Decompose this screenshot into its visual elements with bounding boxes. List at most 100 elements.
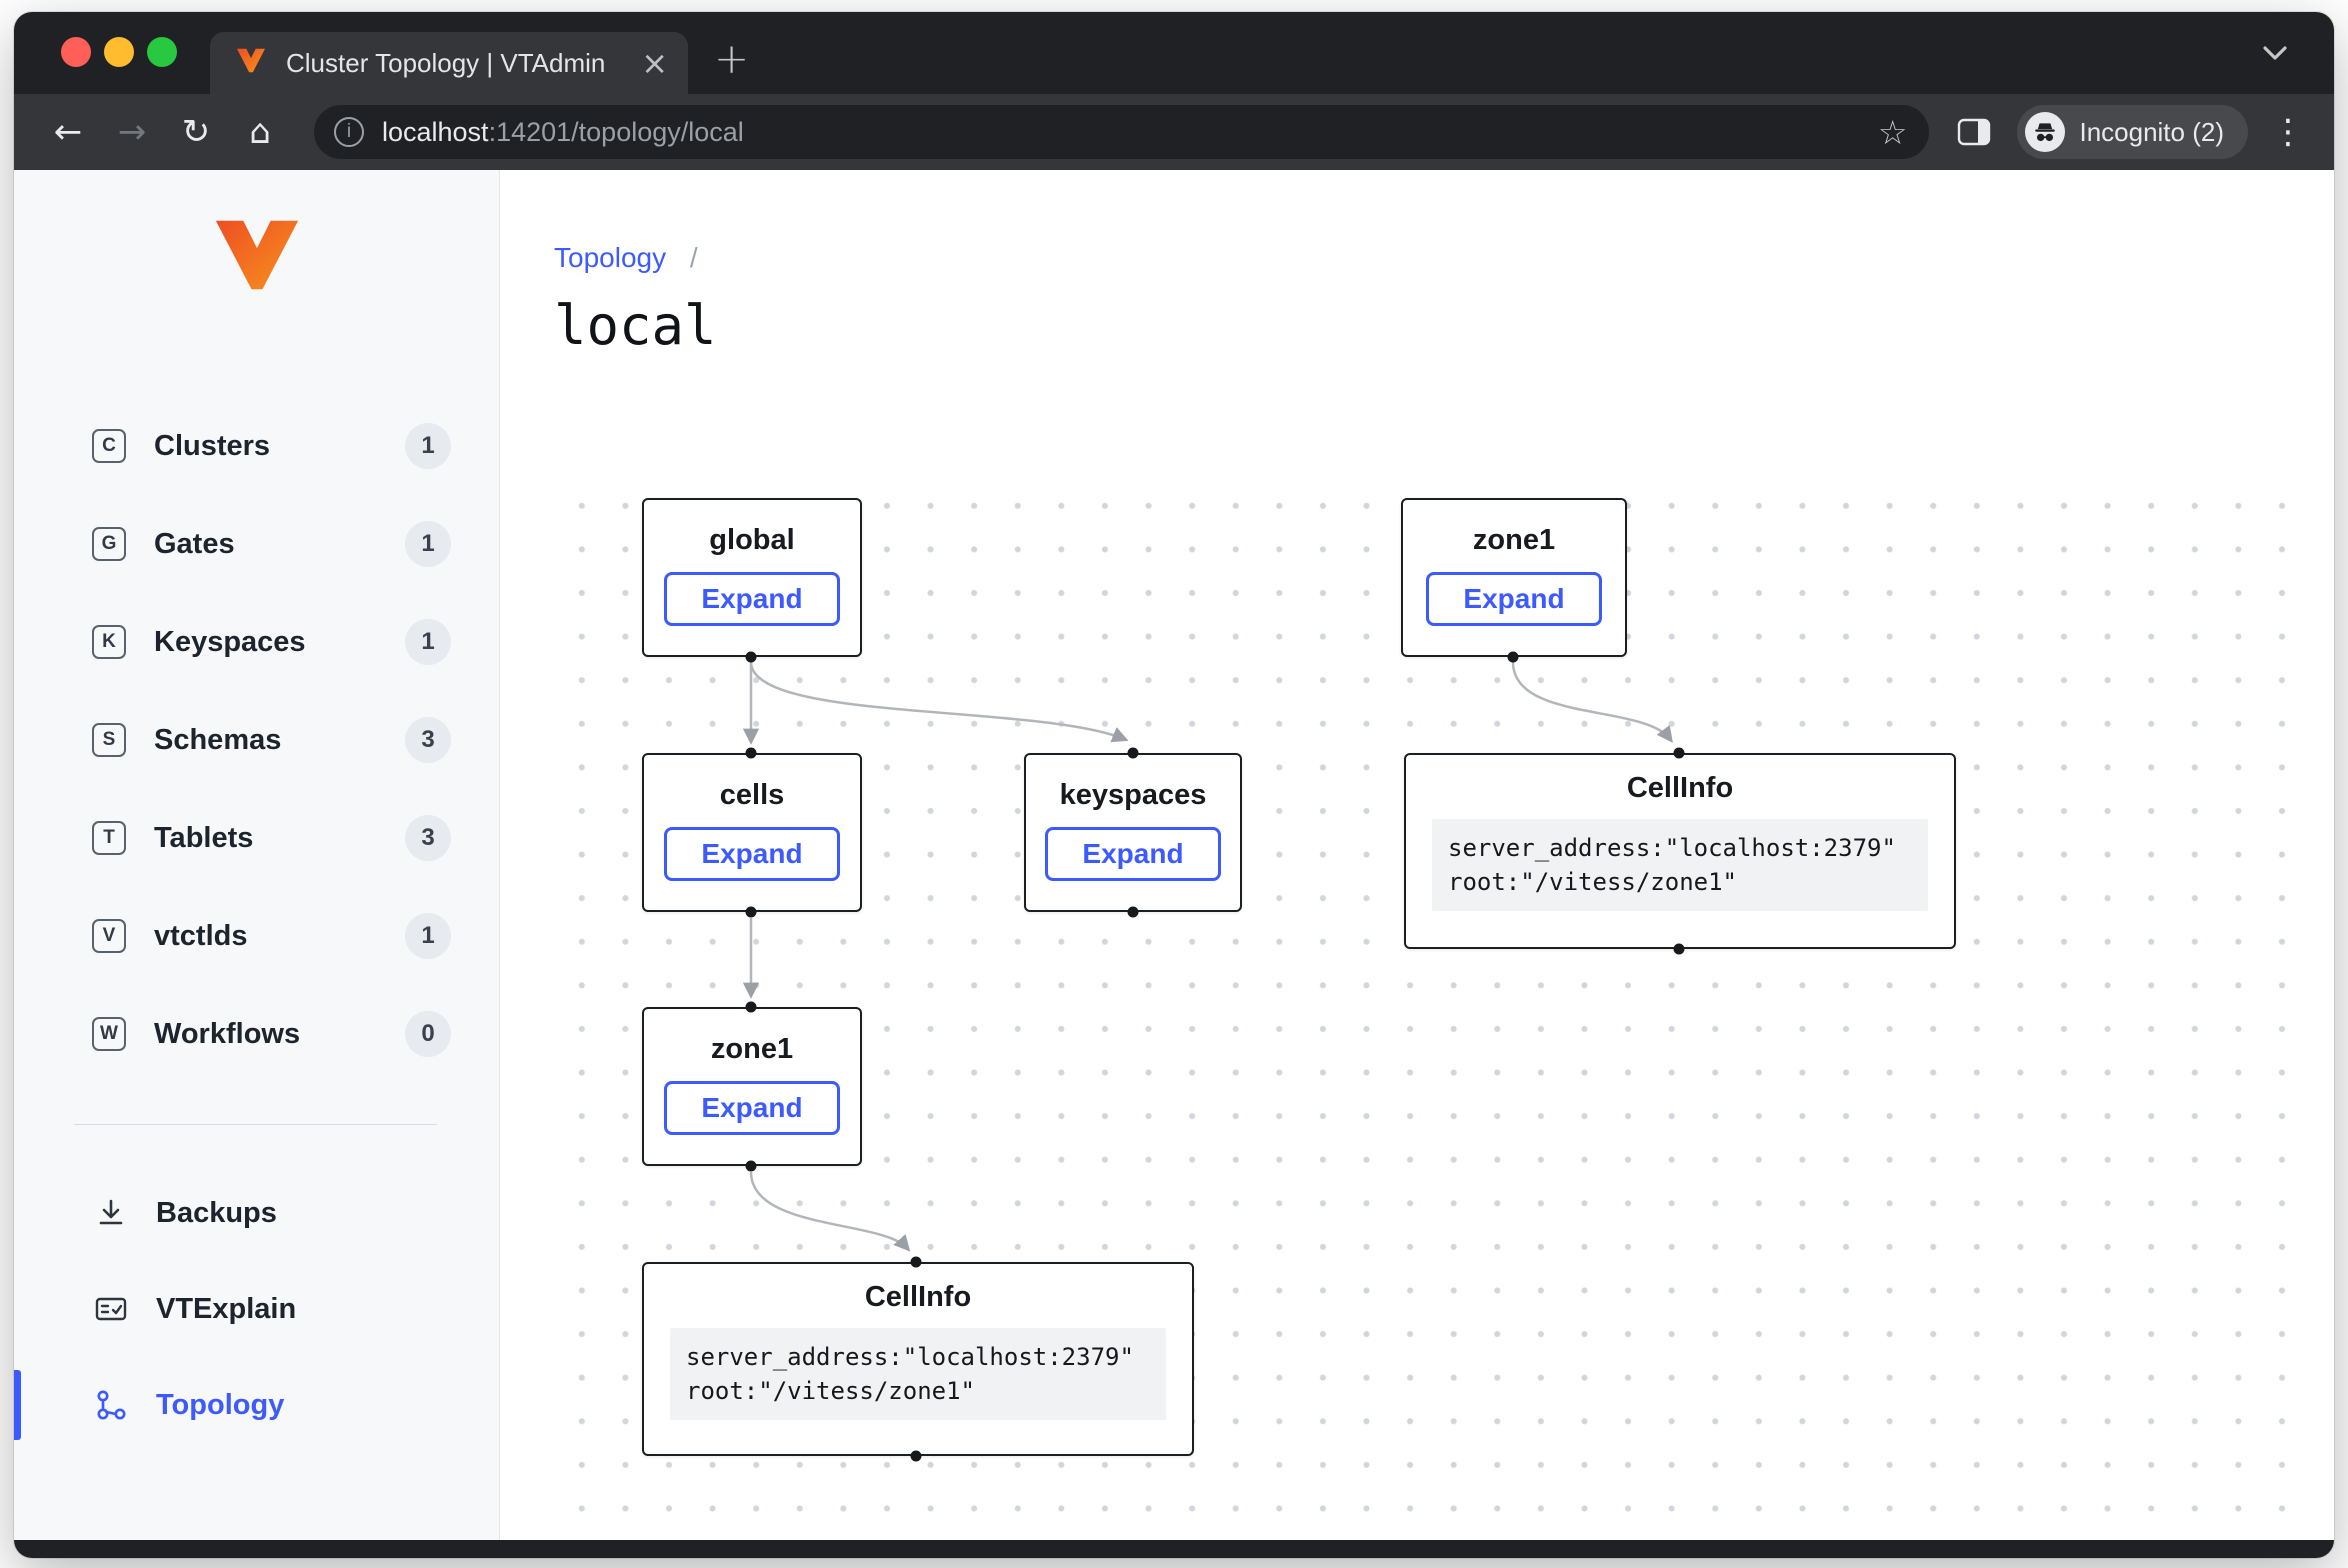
sidebar-item-clusters[interactable]: C Clusters 1 (14, 397, 499, 495)
code-line: server_address:"localhost:2379" (686, 1340, 1150, 1374)
bookmark-star-icon[interactable]: ☆ (1878, 116, 1908, 149)
node-title: CellInfo (1406, 772, 1954, 805)
sidebar: C Clusters 1 G Gates 1 K Keyspaces 1 S S… (14, 170, 500, 1540)
expand-button-cells[interactable]: Expand (664, 827, 839, 881)
count-badge: 3 (405, 717, 451, 763)
node-cellinfo-bottom: CellInfo server_address:"localhost:2379"… (642, 1262, 1194, 1456)
sidebar-item-label: vtctlds (154, 920, 247, 953)
page-title: local (554, 294, 717, 357)
vitess-favicon-icon (236, 47, 266, 79)
sidebar-item-label: Clusters (154, 430, 270, 463)
gates-letter-icon: G (92, 527, 126, 561)
expand-button-keyspaces[interactable]: Expand (1045, 827, 1220, 881)
count-badge: 0 (405, 1011, 451, 1057)
node-title: cells (644, 779, 860, 812)
expand-button-zone1-lower[interactable]: Expand (664, 1081, 839, 1135)
close-window-button[interactable] (61, 37, 91, 67)
reload-button[interactable]: ↻ (164, 115, 228, 149)
node-cells: cells Expand (642, 753, 862, 912)
breadcrumb-separator: / (690, 242, 698, 273)
sidebar-item-workflows[interactable]: W Workflows 0 (14, 985, 499, 1083)
minimize-window-button[interactable] (104, 37, 134, 67)
side-panel-icon[interactable] (1957, 118, 1991, 146)
vtexplain-icon (92, 1293, 130, 1325)
sidebar-item-label: Topology (156, 1389, 284, 1422)
tab-strip: Cluster Topology | VTAdmin × + (14, 12, 2334, 94)
address-bar[interactable]: i localhost:14201/topology/local ☆ (314, 105, 1929, 159)
cellinfo-code: server_address:"localhost:2379" root:"/v… (1432, 819, 1928, 911)
count-badge: 1 (405, 423, 451, 469)
sidebar-divider (74, 1124, 437, 1125)
site-info-icon[interactable]: i (334, 117, 364, 147)
sidebar-nav: C Clusters 1 G Gates 1 K Keyspaces 1 S S… (14, 397, 499, 1083)
url-text: localhost:14201/topology/local (382, 117, 1860, 148)
schemas-letter-icon: S (92, 723, 126, 757)
count-badge: 3 (405, 815, 451, 861)
tablets-letter-icon: T (92, 821, 126, 855)
tab-search-chevron-icon[interactable] (2260, 44, 2290, 69)
sidebar-item-gates[interactable]: G Gates 1 (14, 495, 499, 593)
fullscreen-window-button[interactable] (147, 37, 177, 67)
incognito-badge: Incognito (2) (2017, 105, 2248, 159)
code-line: root:"/vitess/zone1" (686, 1374, 1150, 1408)
window-bottom-edge (14, 1540, 2334, 1558)
node-title: global (644, 524, 860, 557)
incognito-icon (2025, 112, 2065, 152)
sidebar-item-vtexplain[interactable]: VTExplain (14, 1261, 499, 1357)
node-title: zone1 (1403, 524, 1625, 557)
back-button[interactable]: ← (36, 115, 100, 149)
sidebar-item-schemas[interactable]: S Schemas 3 (14, 691, 499, 789)
sidebar-secondary-nav: Backups VTExplain (14, 1165, 499, 1453)
expand-button-zone1-top[interactable]: Expand (1426, 572, 1601, 626)
cellinfo-code: server_address:"localhost:2379" root:"/v… (670, 1328, 1166, 1420)
sidebar-item-label: Gates (154, 528, 235, 561)
page-content: C Clusters 1 G Gates 1 K Keyspaces 1 S S… (14, 170, 2334, 1540)
sidebar-item-topology[interactable]: Topology (14, 1357, 499, 1453)
sidebar-item-label: Keyspaces (154, 626, 306, 659)
node-title: CellInfo (644, 1281, 1192, 1314)
node-keyspaces: keyspaces Expand (1024, 753, 1242, 912)
browser-tab-active[interactable]: Cluster Topology | VTAdmin × (210, 32, 688, 94)
sidebar-item-label: Schemas (154, 724, 281, 757)
sidebar-item-vtctlds[interactable]: V vtctlds 1 (14, 887, 499, 985)
tab-close-icon[interactable]: × (641, 47, 668, 79)
topology-icon (92, 1389, 130, 1421)
node-zone1-lower: zone1 Expand (642, 1007, 862, 1166)
url-host: localhost (382, 117, 489, 147)
sidebar-item-label: Tablets (154, 822, 253, 855)
code-line: root:"/vitess/zone1" (1448, 865, 1912, 899)
forward-button[interactable]: → (100, 115, 164, 149)
workflows-letter-icon: W (92, 1017, 126, 1051)
sidebar-item-tablets[interactable]: T Tablets 3 (14, 789, 499, 887)
download-icon (92, 1197, 130, 1229)
sidebar-item-label: VTExplain (156, 1293, 296, 1326)
code-line: server_address:"localhost:2379" (1448, 831, 1912, 865)
incognito-label: Incognito (2) (2079, 117, 2224, 148)
expand-button-global[interactable]: Expand (664, 572, 839, 626)
node-cellinfo-right: CellInfo server_address:"localhost:2379"… (1404, 753, 1956, 949)
tab-title: Cluster Topology | VTAdmin (286, 48, 621, 79)
url-path: :14201/topology/local (489, 117, 744, 147)
home-button[interactable]: ⌂ (228, 115, 292, 149)
vitess-logo (14, 218, 499, 292)
sidebar-item-label: Workflows (154, 1018, 300, 1051)
node-zone1-top: zone1 Expand (1401, 498, 1627, 657)
new-tab-button[interactable]: + (714, 34, 749, 83)
browser-toolbar: ← → ↻ ⌂ i localhost:14201/topology/local… (14, 94, 2334, 170)
count-badge: 1 (405, 521, 451, 567)
breadcrumb-topology-link[interactable]: Topology (554, 242, 666, 273)
count-badge: 1 (405, 913, 451, 959)
breadcrumb: Topology / (554, 242, 698, 274)
node-global: global Expand (642, 498, 862, 657)
browser-menu-icon[interactable]: ⋮ (2268, 115, 2308, 149)
sidebar-item-keyspaces[interactable]: K Keyspaces 1 (14, 593, 499, 691)
keyspaces-letter-icon: K (92, 625, 126, 659)
topology-graph: global Expand zone1 Expand cells Expand … (554, 478, 2310, 1534)
sidebar-item-backups[interactable]: Backups (14, 1165, 499, 1261)
node-title: zone1 (644, 1033, 860, 1066)
main-content: Topology / local global Expand zone1 Exp… (500, 170, 2334, 1540)
node-title: keyspaces (1026, 779, 1240, 812)
clusters-letter-icon: C (92, 429, 126, 463)
browser-window: Cluster Topology | VTAdmin × + ← → ↻ ⌂ i… (14, 12, 2334, 1558)
sidebar-item-label: Backups (156, 1197, 277, 1230)
